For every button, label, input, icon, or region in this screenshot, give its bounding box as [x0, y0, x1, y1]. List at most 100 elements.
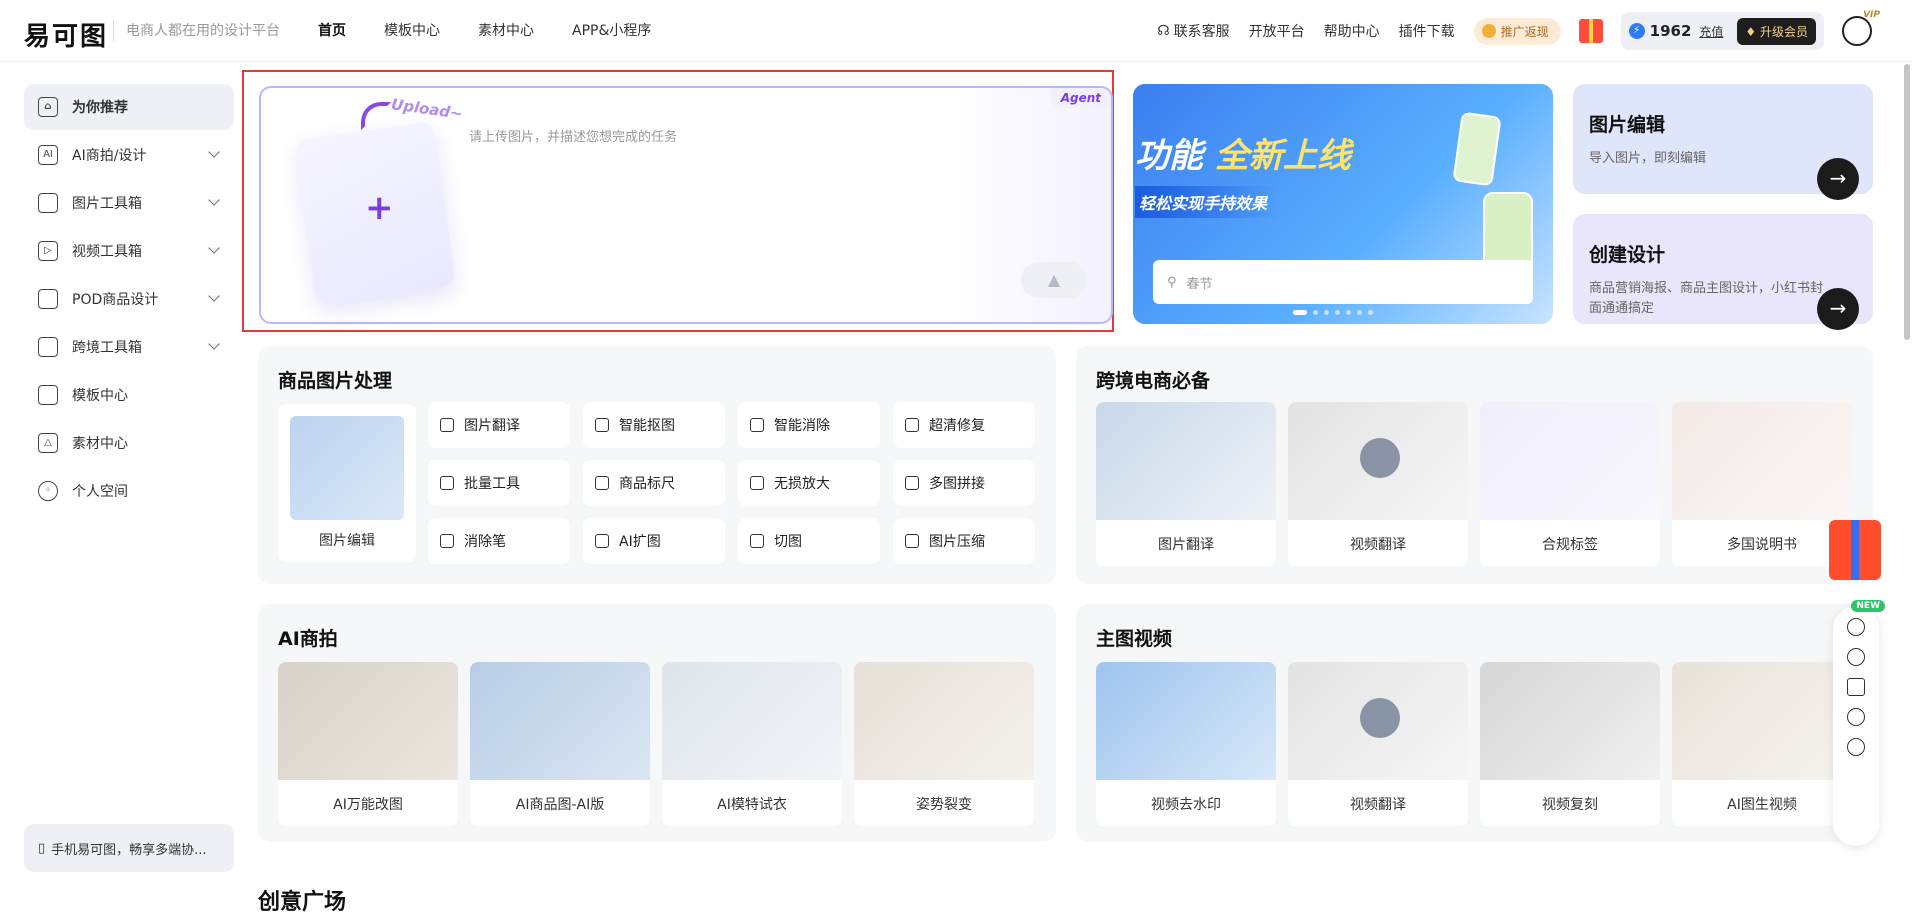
tool-ai-expand[interactable]: AI扩图	[583, 518, 725, 564]
crossborder-item[interactable]: 多国说明书	[1672, 402, 1852, 566]
sidebar-item-personal[interactable]: ◦ 个人空间	[24, 468, 234, 514]
tool-slice[interactable]: 切图	[738, 518, 880, 564]
carousel-dot[interactable]	[1368, 310, 1373, 315]
arrow-right-icon[interactable]: →	[1817, 158, 1859, 200]
play-icon[interactable]	[1360, 438, 1400, 478]
nav-materials[interactable]: 素材中心	[478, 20, 534, 42]
yen-icon[interactable]	[1847, 648, 1865, 666]
top-right-actions: ☊ 联系客服 开放平台 帮助中心 插件下载 推广返现 ⚡ 1962 充值 ♦ 升级…	[1157, 10, 1880, 50]
task-input[interactable]: 请上传图片，并描述您想完成的任务	[469, 126, 677, 145]
promo-button[interactable]: 推广返现	[1473, 17, 1561, 45]
sidebar-item-recommend[interactable]: ⌂ 为你推荐	[24, 84, 234, 130]
avatar[interactable]: VIP	[1842, 10, 1880, 46]
item-label: 合规标签	[1542, 537, 1598, 553]
knife-icon	[750, 534, 764, 548]
chat-icon[interactable]	[1847, 738, 1865, 756]
sidebar-item-label: 图片工具箱	[72, 196, 142, 212]
video-item[interactable]: 视频翻译	[1288, 662, 1468, 826]
carousel-dots[interactable]	[1293, 310, 1373, 315]
carousel-dot[interactable]	[1357, 310, 1362, 315]
tool-eraser-pen[interactable]: 消除笔	[428, 518, 570, 564]
gift-icon[interactable]	[1578, 19, 1603, 43]
video-item[interactable]: AI图生视频	[1672, 662, 1852, 826]
sidebar-item-video-toolbox[interactable]: ▷ 视频工具箱	[24, 228, 234, 274]
tool-product-ruler[interactable]: 商品标尺	[583, 460, 725, 506]
hd-icon	[905, 418, 919, 432]
link-contact-service[interactable]: ☊ 联系客服	[1157, 21, 1229, 41]
manual-image	[1672, 402, 1852, 520]
sidebar-item-label: POD商品设计	[72, 292, 159, 308]
upscale-icon	[750, 476, 764, 490]
crossborder-item[interactable]: 合规标签	[1480, 402, 1660, 566]
phone-icon: ▯	[38, 840, 46, 856]
banner-search[interactable]: ⚲ 春节	[1153, 260, 1533, 304]
play-icon[interactable]	[1360, 698, 1400, 738]
compress-icon	[905, 534, 919, 548]
sidebar-item-image-toolbox[interactable]: 图片工具箱	[24, 180, 234, 226]
carousel-dot[interactable]	[1346, 310, 1351, 315]
logo[interactable]: 易可图	[24, 16, 108, 53]
item-label: AI图生视频	[1727, 797, 1797, 813]
crossborder-item[interactable]: 图片翻译	[1096, 402, 1276, 566]
nav-home[interactable]: 首页	[318, 20, 346, 42]
ai-shoot-item[interactable]: AI商品图-AI版	[470, 662, 650, 826]
video-item[interactable]: 视频复刻	[1480, 662, 1660, 826]
video-item[interactable]: 视频去水印	[1096, 662, 1276, 826]
link-contact-label: 联系客服	[1173, 24, 1230, 40]
upload-task-box[interactable]: Agent Upload~ + 请上传图片，并描述您想完成的任务 ▲	[259, 86, 1113, 324]
item-label: 视频翻译	[1350, 797, 1406, 813]
tool-smart-cutout[interactable]: 智能抠图	[583, 402, 725, 448]
arrow-right-icon[interactable]: →	[1817, 288, 1859, 330]
translate-icon	[440, 418, 454, 432]
banner-headline-prefix: 功能	[1135, 136, 1203, 176]
banner-search-input[interactable]: 春节	[1187, 273, 1213, 292]
nav-app[interactable]: APP&小程序	[572, 20, 651, 42]
sidebar-item-crossborder[interactable]: 跨境工具箱	[24, 324, 234, 370]
link-open-platform[interactable]: 开放平台	[1249, 21, 1305, 41]
upgrade-button[interactable]: ♦ 升级会员	[1737, 17, 1816, 45]
plus-icon[interactable]: +	[365, 188, 394, 228]
link-icon[interactable]	[1847, 618, 1865, 636]
expand-icon	[595, 534, 609, 548]
ai-shoot-item[interactable]: AI模特试衣	[662, 662, 842, 826]
search-icon: ⚲	[1167, 274, 1177, 290]
promo-label: 推广返现	[1500, 24, 1549, 39]
main-video-panel: 主图视频 视频去水印 视频翻译 视频复刻 AI图生视频	[1076, 604, 1873, 842]
link-plugin-download[interactable]: 插件下载	[1399, 21, 1455, 41]
create-design-card[interactable]: 创建设计 商品营销海报、商品主图设计，小红书封面通通搞定 →	[1573, 214, 1873, 330]
tool-image-translate[interactable]: 图片翻译	[428, 402, 570, 448]
mobile-app-promo[interactable]: ▯ 手机易可图，畅享多端协...	[24, 824, 234, 872]
tool-batch[interactable]: 批量工具	[428, 460, 570, 506]
carousel-dot[interactable]	[1313, 310, 1318, 315]
note-icon[interactable]	[1847, 678, 1865, 696]
outfit-image	[1672, 662, 1852, 780]
image-edit-feature[interactable]: 图片编辑	[278, 404, 416, 562]
image-edit-card[interactable]: 图片编辑 导入图片，即刻编辑 →	[1573, 84, 1873, 200]
carousel-dot[interactable]	[1324, 310, 1329, 315]
send-button[interactable]: ▲	[1021, 262, 1087, 298]
chevron-down-icon	[208, 194, 220, 206]
sidebar-item-pod[interactable]: POD商品设计	[24, 276, 234, 322]
ai-shoot-item[interactable]: 姿势裂变	[854, 662, 1034, 826]
tool-lossless-upscale[interactable]: 无损放大	[738, 460, 880, 506]
recharge-link[interactable]: 充值	[1699, 23, 1723, 40]
tool-collage[interactable]: 多图拼接	[893, 460, 1035, 506]
carousel-dot[interactable]	[1293, 310, 1307, 315]
carousel-dot[interactable]	[1335, 310, 1340, 315]
tool-compress[interactable]: 图片压缩	[893, 518, 1035, 564]
link-help-center[interactable]: 帮助中心	[1324, 21, 1380, 41]
help-icon[interactable]	[1847, 708, 1865, 726]
item-label: 图片翻译	[1158, 537, 1214, 553]
sidebar-item-materials[interactable]: △ 素材中心	[24, 420, 234, 466]
scrollbar[interactable]	[1904, 64, 1910, 340]
crossborder-item[interactable]: 视频翻译	[1288, 402, 1468, 566]
sidebar-item-templates[interactable]: 模板中心	[24, 372, 234, 418]
sidebar-item-ai-shoot[interactable]: AI AI商拍/设计	[24, 132, 234, 178]
promo-banner[interactable]: 功能 全新上线 轻松实现手持效果 ⚲ 春节	[1133, 84, 1553, 324]
gift-box-icon[interactable]	[1829, 520, 1881, 580]
tool-smart-erase[interactable]: 智能消除	[738, 402, 880, 448]
ai-shoot-item[interactable]: AI万能改图	[278, 662, 458, 826]
nav-templates[interactable]: 模板中心	[384, 20, 440, 42]
tool-label: 图片翻译	[464, 418, 520, 434]
tool-hd-restore[interactable]: 超清修复	[893, 402, 1035, 448]
